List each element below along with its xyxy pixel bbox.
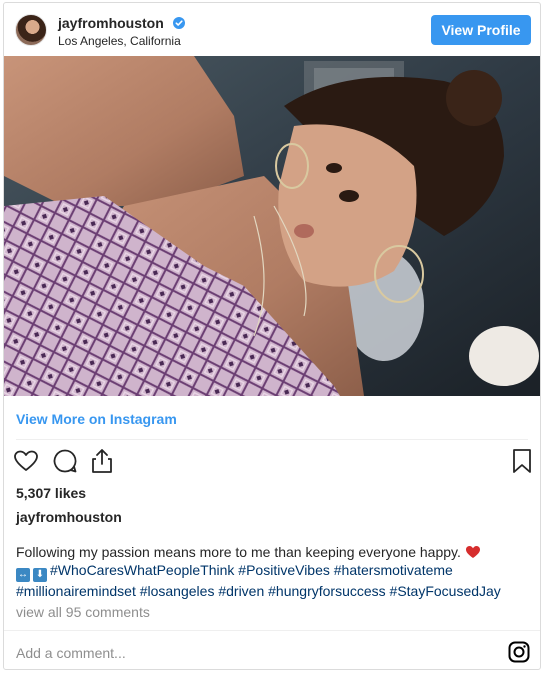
bookmark-icon[interactable]: [508, 447, 536, 475]
username[interactable]: jayfromhouston: [58, 15, 185, 31]
hashtags-line-2[interactable]: #millionairemindset #losangeles #driven …: [16, 583, 501, 599]
add-comment-field[interactable]: Add a comment...: [16, 645, 126, 661]
post-caption: Following my passion means more to me th…: [16, 543, 530, 600]
divider: [16, 439, 528, 440]
view-profile-button[interactable]: View Profile: [431, 15, 531, 45]
caption-author[interactable]: jayfromhouston: [16, 509, 122, 525]
likes-count[interactable]: 5,307 likes: [16, 485, 86, 501]
view-more-link[interactable]: View More on Instagram: [16, 411, 177, 427]
down-arrow-icon: ⬇: [33, 568, 47, 582]
share-icon[interactable]: [88, 447, 116, 475]
hashtags-line-1[interactable]: #WhoCaresWhatPeopleThink #PositiveVibes …: [50, 562, 453, 578]
caption-text: Following my passion means more to me th…: [16, 544, 461, 560]
post-header: jayfromhouston Los Angeles, California V…: [4, 3, 540, 57]
footer-divider: [4, 630, 540, 631]
instagram-embed-card: jayfromhouston Los Angeles, California V…: [3, 2, 541, 670]
comment-icon[interactable]: [51, 447, 79, 475]
action-bar: [12, 447, 532, 477]
username-text[interactable]: jayfromhouston: [58, 15, 164, 31]
view-all-comments-link[interactable]: view all 95 comments: [16, 604, 150, 620]
left-right-arrow-icon: ↔: [16, 568, 30, 582]
post-photo[interactable]: [4, 56, 540, 396]
avatar[interactable]: [15, 14, 47, 46]
heart-icon[interactable]: [12, 447, 40, 475]
verified-badge-icon: [172, 17, 185, 29]
post-image: [4, 56, 540, 396]
location-link[interactable]: Los Angeles, California: [58, 34, 181, 48]
red-heart-icon: [465, 546, 480, 558]
instagram-icon[interactable]: [508, 641, 530, 663]
